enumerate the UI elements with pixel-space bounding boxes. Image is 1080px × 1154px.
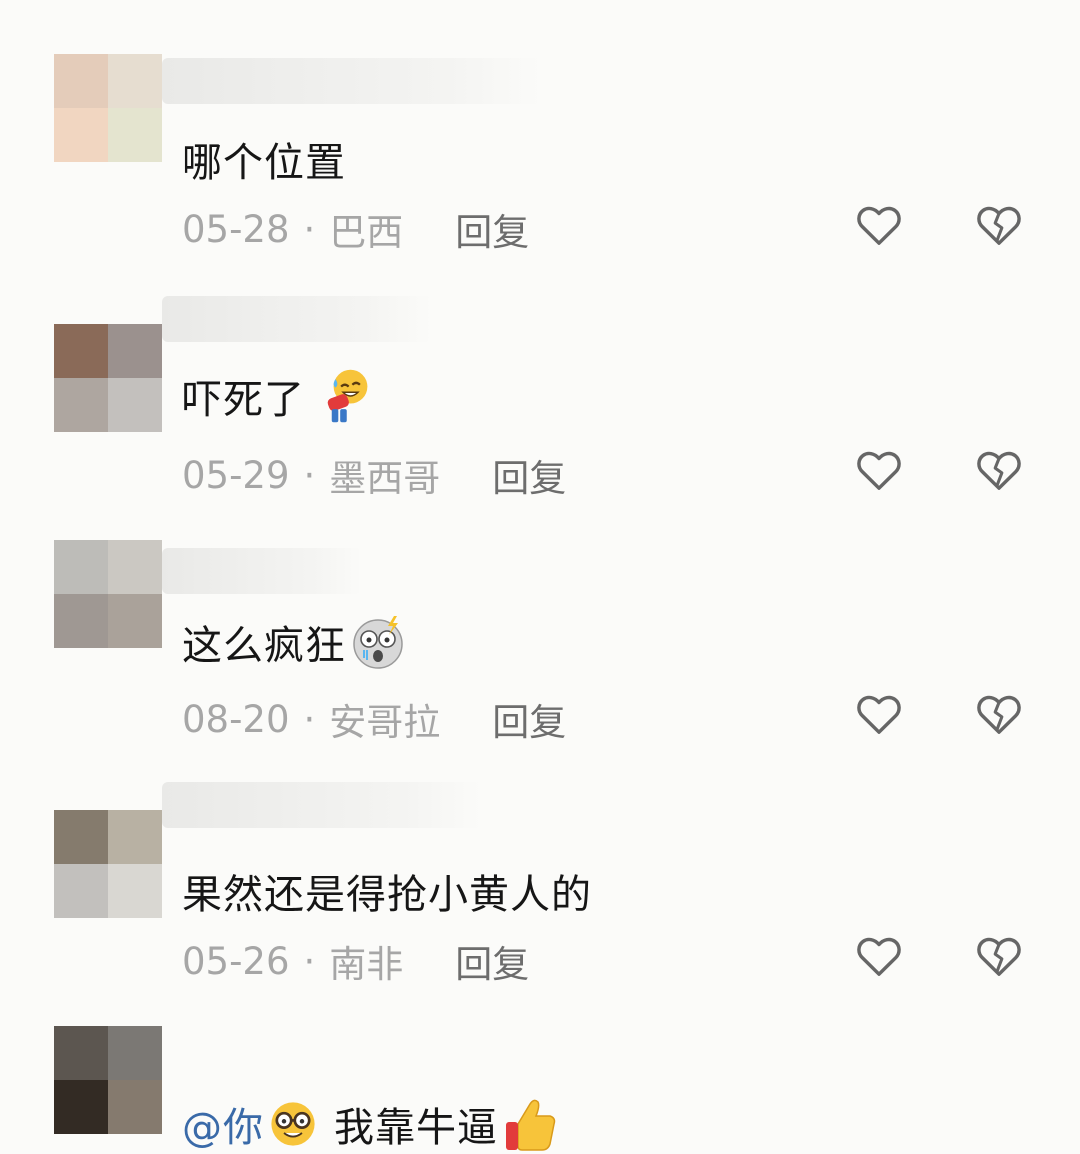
reply-button[interactable]: 回复 [455,202,529,256]
reply-button[interactable]: 回复 [455,934,529,988]
separator: · [303,939,316,983]
comment-location: 墨西哥 [329,457,441,500]
broken-heart-icon[interactable] [976,934,1022,978]
reply-button[interactable]: 回复 [492,448,566,502]
avatar[interactable] [54,54,162,162]
comment-location: 南非 [329,943,404,986]
separator: · [303,453,316,497]
avatar[interactable] [54,1026,162,1134]
username-blurred[interactable] [162,58,542,104]
comment-location: 安哥拉 [329,701,441,744]
comment-meta: 05-29 · 墨西哥 回复 [182,448,566,502]
broken-heart-icon[interactable] [976,448,1022,492]
avatar[interactable] [54,810,162,918]
comment-meta: 05-28 · 巴西 回复 [182,202,529,256]
username-blurred[interactable] [162,296,432,342]
comment-text: 吓死了 [182,366,373,426]
comment-date: 05-29 [182,453,290,497]
separator: · [303,697,316,741]
thumbs-up-emoji [506,1099,556,1151]
comment-location: 巴西 [329,211,404,254]
heart-outline-icon[interactable] [856,934,902,978]
broken-heart-icon[interactable] [976,692,1022,736]
comment-date: 05-26 [182,939,290,983]
heart-outline-icon[interactable] [856,203,902,247]
username-blurred[interactable] [162,548,362,594]
broken-heart-icon[interactable] [976,203,1022,247]
heart-outline-icon[interactable] [856,692,902,736]
username-blurred[interactable] [162,782,482,828]
comment-text: 哪个位置 [182,140,346,186]
mention-link[interactable]: @你 [182,1095,264,1153]
comment-text: @你 我靠牛逼 [182,1094,560,1154]
reply-button[interactable]: 回复 [492,692,566,746]
bowing-sweat-face-emoji [327,369,368,423]
shocked-face-emoji [353,616,403,669]
comment-date: 08-20 [182,697,290,741]
comment-text: 这么疯狂 [182,612,408,672]
separator: · [303,207,316,251]
comment-meta: 05-26 · 南非 回复 [182,934,529,988]
nerd-face-emoji [271,1102,315,1146]
heart-outline-icon[interactable] [856,448,902,492]
comment-text: 果然还是得抢小黄人的 [182,872,592,918]
avatar[interactable] [54,324,162,432]
comment-meta: 08-20 · 安哥拉 回复 [182,692,566,746]
avatar[interactable] [54,540,162,648]
comment-date: 05-28 [182,207,290,251]
